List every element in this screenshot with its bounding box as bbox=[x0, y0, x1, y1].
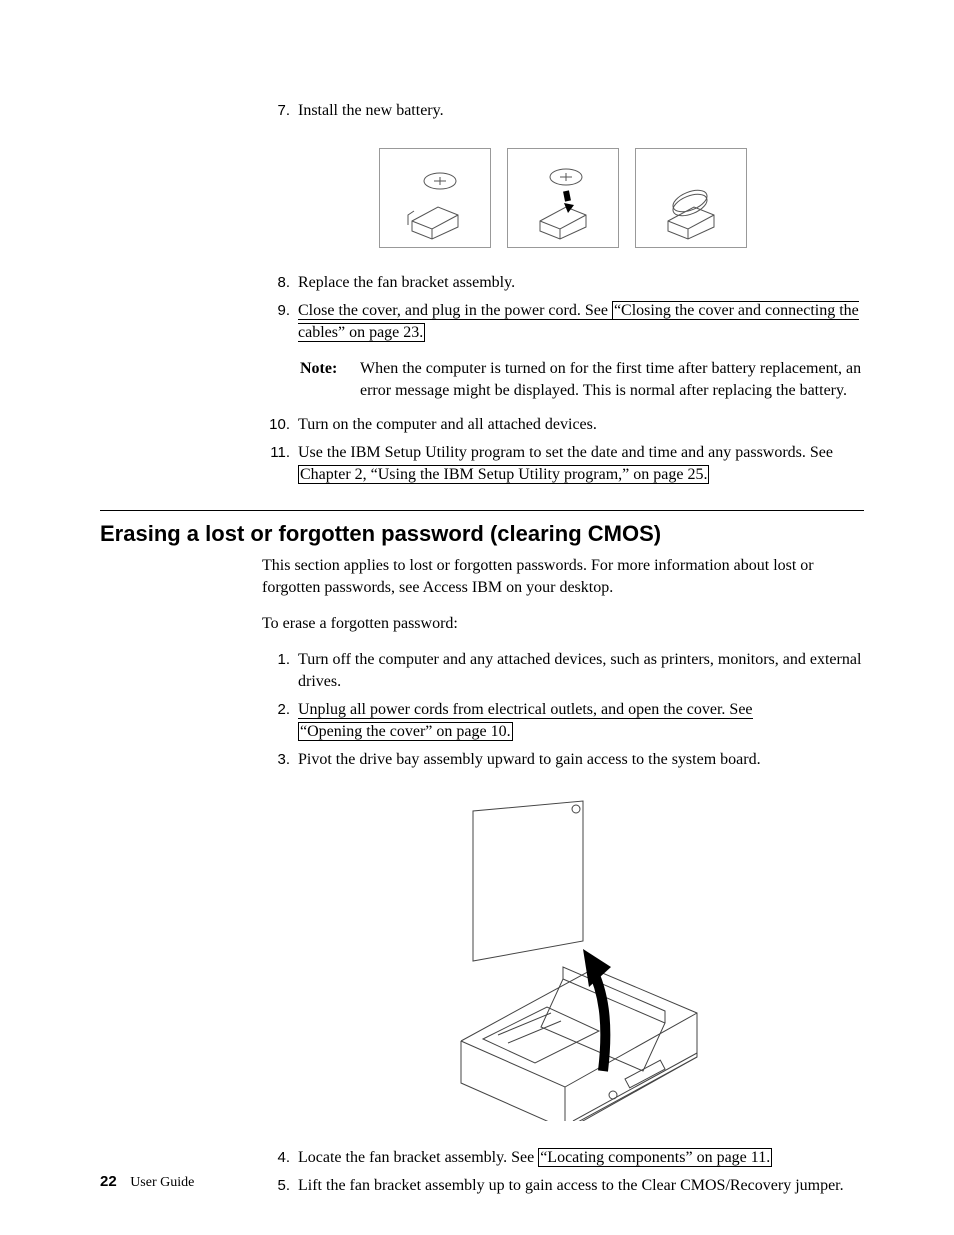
page-footer: 22 User Guide bbox=[100, 1173, 194, 1191]
step-text: Install the new battery. bbox=[298, 100, 864, 122]
step-text: Locate the fan bracket assembly. See “Lo… bbox=[298, 1147, 864, 1169]
step-number: 1. bbox=[262, 649, 298, 671]
chassis-open-figure bbox=[262, 791, 864, 1121]
note-text: When the computer is turned on for the f… bbox=[360, 358, 862, 402]
cmos-step-5: 5. Lift the fan bracket assembly up to g… bbox=[262, 1175, 864, 1199]
cmos-step-3: 3. Pivot the drive bay assembly upward t… bbox=[262, 749, 864, 773]
step-text: Unplug all power cords from electrical o… bbox=[298, 699, 864, 743]
xref-opening-cover[interactable]: “Opening the cover” on page 10. bbox=[298, 722, 513, 741]
step-text: Replace the fan bracket assembly. bbox=[298, 272, 864, 294]
figure-battery-1 bbox=[379, 148, 491, 248]
step-text: Pivot the drive bay assembly upward to g… bbox=[298, 749, 864, 771]
step-text: Turn off the computer and any attached d… bbox=[298, 649, 864, 693]
step-number: 11. bbox=[262, 442, 298, 464]
step-text: Use the IBM Setup Utility program to set… bbox=[298, 442, 864, 486]
step-7: 7. Install the new battery. bbox=[262, 100, 864, 124]
note-label: Note: bbox=[300, 358, 356, 380]
battery-steps-end: 10. Turn on the computer and all attache… bbox=[262, 414, 864, 488]
section-intro-1: This section applies to lost or forgotte… bbox=[262, 555, 864, 599]
page-number: 22 bbox=[100, 1173, 117, 1190]
figure-battery-3 bbox=[635, 148, 747, 248]
step-number: 8. bbox=[262, 272, 298, 294]
step-pretext: Locate the fan bracket assembly. See bbox=[298, 1149, 538, 1166]
footer-doc-title: User Guide bbox=[130, 1175, 194, 1190]
step-number: 5. bbox=[262, 1175, 298, 1197]
note-block: Note: When the computer is turned on for… bbox=[300, 358, 864, 402]
step-text: Turn on the computer and all attached de… bbox=[298, 414, 864, 436]
step-10: 10. Turn on the computer and all attache… bbox=[262, 414, 864, 438]
step-8: 8. Replace the fan bracket assembly. bbox=[262, 272, 864, 296]
step-number: 9. bbox=[262, 300, 298, 322]
battery-steps-cont: 8. Replace the fan bracket assembly. 9. … bbox=[262, 272, 864, 346]
cmos-step-2: 2. Unplug all power cords from electrica… bbox=[262, 699, 864, 745]
section-title: Erasing a lost or forgotten password (cl… bbox=[100, 510, 864, 547]
section-intro-2: To erase a forgotten password: bbox=[262, 613, 864, 635]
step-pretext: Unplug all power cords from electrical o… bbox=[298, 701, 753, 719]
step-text: Lift the fan bracket assembly up to gain… bbox=[298, 1175, 864, 1197]
step-number: 3. bbox=[262, 749, 298, 771]
step-number: 10. bbox=[262, 414, 298, 436]
step-number: 2. bbox=[262, 699, 298, 721]
cmos-steps-cont: 4. Locate the fan bracket assembly. See … bbox=[262, 1147, 864, 1199]
figure-battery-2 bbox=[507, 148, 619, 248]
step-9: 9. Close the cover, and plug in the powe… bbox=[262, 300, 864, 346]
cmos-step-4: 4. Locate the fan bracket assembly. See … bbox=[262, 1147, 864, 1171]
step-11: 11. Use the IBM Setup Utility program to… bbox=[262, 442, 864, 488]
step-text: Close the cover, and plug in the power c… bbox=[298, 300, 864, 344]
step-number: 4. bbox=[262, 1147, 298, 1169]
step-pretext: Use the IBM Setup Utility program to set… bbox=[298, 444, 833, 461]
step-pretext: Close the cover, and plug in the power c… bbox=[298, 302, 612, 320]
step-number: 7. bbox=[262, 100, 298, 122]
cmos-step-1: 1. Turn off the computer and any attache… bbox=[262, 649, 864, 695]
cmos-steps: 1. Turn off the computer and any attache… bbox=[262, 649, 864, 773]
battery-install-figures bbox=[262, 148, 864, 248]
xref-setup-utility[interactable]: Chapter 2, “Using the IBM Setup Utility … bbox=[298, 465, 709, 484]
xref-locating-components[interactable]: “Locating components” on page 11. bbox=[538, 1148, 772, 1167]
battery-steps-top: 7. Install the new battery. bbox=[262, 100, 864, 124]
